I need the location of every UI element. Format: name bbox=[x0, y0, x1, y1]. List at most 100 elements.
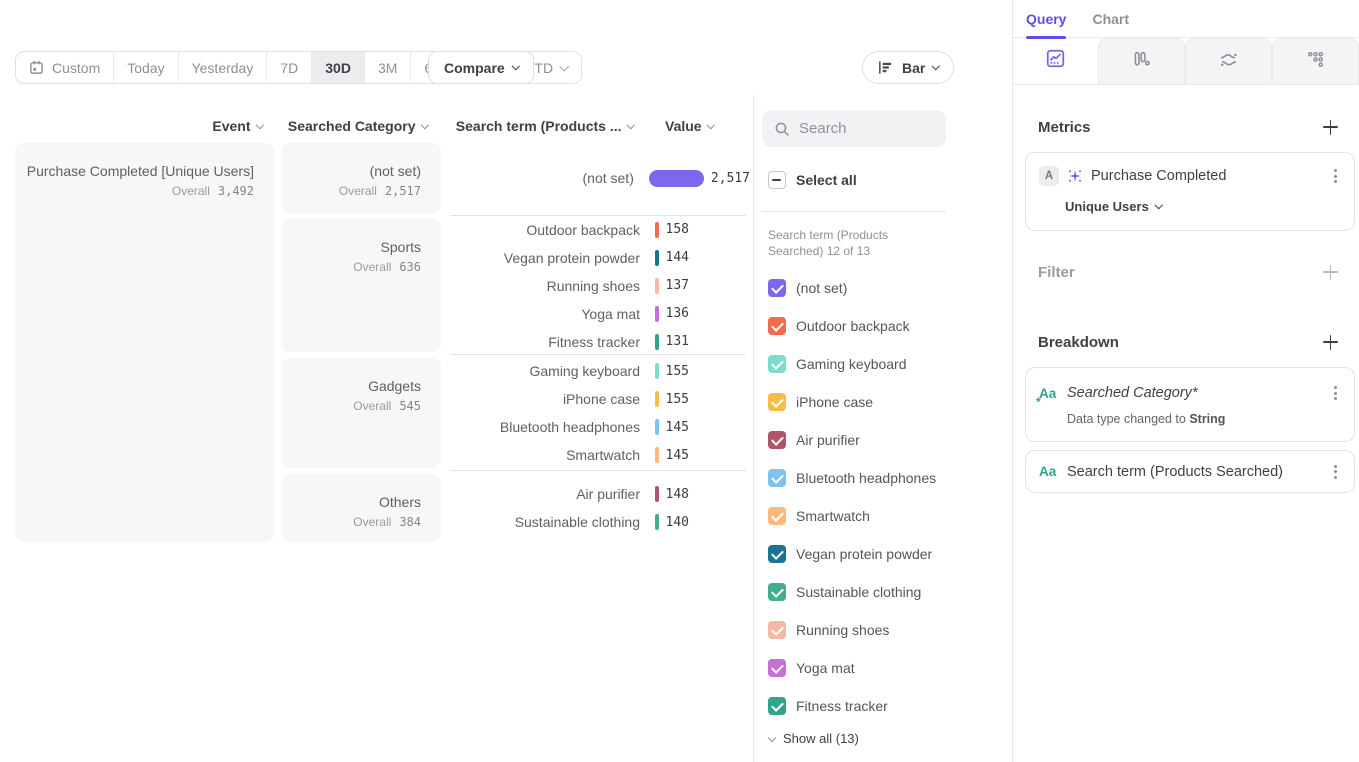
series-label: Gaming keyboard bbox=[450, 363, 640, 379]
date-preset-yesterday[interactable]: Yesterday bbox=[179, 52, 268, 83]
add-filter-button[interactable] bbox=[1323, 265, 1338, 280]
legend-item[interactable]: Outdoor backpack bbox=[768, 307, 1008, 345]
legend-item[interactable]: Fitness tracker bbox=[768, 687, 1008, 725]
series-label: Vegan protein powder bbox=[450, 250, 640, 266]
kebab-menu-icon[interactable] bbox=[1331, 383, 1340, 403]
series-bar[interactable] bbox=[655, 334, 659, 350]
legend-checkbox[interactable] bbox=[768, 279, 786, 297]
breakdown-card-row: AaSearch term (Products Searched) bbox=[1039, 462, 1340, 482]
series-label: (not set) bbox=[450, 170, 634, 186]
date-preset-custom[interactable]: Custom bbox=[16, 52, 114, 83]
metric-event-name[interactable]: Purchase Completed bbox=[1091, 168, 1226, 184]
date-preset-30d[interactable]: 30D bbox=[312, 52, 365, 83]
legend-item[interactable]: Air purifier bbox=[768, 421, 1008, 459]
series-bar[interactable] bbox=[655, 363, 659, 379]
legend-checkbox[interactable] bbox=[768, 583, 786, 601]
series-value: 148 bbox=[666, 487, 689, 502]
column-header-search-term[interactable]: Search term (Products ... bbox=[450, 117, 633, 134]
select-all-row[interactable]: Select all bbox=[768, 171, 857, 189]
legend-item[interactable]: Vegan protein powder bbox=[768, 535, 1008, 573]
column-header-event[interactable]: Event bbox=[15, 117, 262, 134]
legend-checkbox[interactable] bbox=[768, 469, 786, 487]
category-cell[interactable]: Others Overall384 bbox=[281, 474, 441, 542]
calendar-icon bbox=[29, 60, 44, 75]
legend-item-label: Gaming keyboard bbox=[796, 356, 907, 372]
bar-chart-icon bbox=[877, 59, 894, 76]
add-metric-button[interactable] bbox=[1323, 120, 1338, 135]
date-preset-7d[interactable]: 7D bbox=[267, 52, 312, 83]
series-bar[interactable] bbox=[655, 306, 659, 322]
search-input[interactable] bbox=[799, 120, 934, 137]
add-breakdown-button[interactable] bbox=[1323, 335, 1338, 350]
legend-checkbox[interactable] bbox=[768, 317, 786, 335]
category-overall: Overall384 bbox=[281, 515, 421, 529]
view-tab-flows[interactable] bbox=[1185, 38, 1272, 84]
legend-checkbox[interactable] bbox=[768, 659, 786, 677]
legend-checkbox[interactable] bbox=[768, 431, 786, 449]
compare-label: Compare bbox=[444, 60, 505, 76]
legend-checkbox[interactable] bbox=[768, 355, 786, 373]
legend-checkbox[interactable] bbox=[768, 393, 786, 411]
legend-item[interactable]: Yoga mat bbox=[768, 649, 1008, 687]
legend-item[interactable]: Gaming keyboard bbox=[768, 345, 1008, 383]
legend-item[interactable]: Bluetooth headphones bbox=[768, 459, 1008, 497]
legend-checkbox[interactable] bbox=[768, 545, 786, 563]
funnels-icon bbox=[1131, 49, 1152, 75]
series-value: 155 bbox=[666, 392, 689, 407]
legend-item[interactable]: Smartwatch bbox=[768, 497, 1008, 535]
category-cell[interactable]: GadgetsOverall545 bbox=[281, 358, 441, 468]
series-bar[interactable] bbox=[655, 514, 659, 530]
column-header-value[interactable]: Value bbox=[665, 117, 755, 134]
category-cell[interactable]: (not set)Overall2,517 bbox=[281, 143, 441, 213]
kebab-menu-icon[interactable] bbox=[1331, 462, 1340, 482]
date-preset-today[interactable]: Today bbox=[114, 52, 178, 83]
view-tab-retention[interactable] bbox=[1272, 38, 1359, 84]
series-bar[interactable] bbox=[655, 222, 659, 238]
category-name: Gadgets bbox=[281, 378, 421, 394]
tab-chart[interactable]: Chart bbox=[1092, 11, 1129, 27]
view-tab-funnels[interactable] bbox=[1098, 38, 1185, 84]
column-header-category[interactable]: Searched Category bbox=[281, 117, 427, 134]
tab-query[interactable]: Query bbox=[1026, 11, 1066, 27]
legend-checkbox[interactable] bbox=[768, 507, 786, 525]
metric-card[interactable]: A Purchase Completed Unique Users bbox=[1025, 152, 1355, 231]
category-cell[interactable]: SportsOverall636 bbox=[281, 219, 441, 352]
event-cell[interactable]: Purchase Completed [Unique Users] Overal… bbox=[15, 143, 274, 542]
legend-group-caption: Search term (Products Searched) 12 of 13 bbox=[768, 227, 902, 259]
breakdown-card[interactable]: AaSearch term (Products Searched) bbox=[1025, 450, 1355, 493]
aggregation-selector[interactable]: Unique Users bbox=[1065, 199, 1340, 214]
overall-label: Overall bbox=[172, 184, 210, 198]
series-bar[interactable] bbox=[655, 278, 659, 294]
series-label: Air purifier bbox=[450, 486, 640, 502]
legend-item[interactable]: iPhone case bbox=[768, 383, 1008, 421]
legend-item[interactable]: Running shoes bbox=[768, 611, 1008, 649]
compare-button[interactable]: Compare bbox=[428, 51, 534, 84]
chevron-down-icon bbox=[626, 121, 634, 129]
header-label: Search term (Products ... bbox=[456, 118, 622, 134]
panel-divider bbox=[753, 95, 754, 762]
series-bar[interactable] bbox=[655, 419, 659, 435]
flows-icon bbox=[1218, 49, 1239, 75]
legend-item[interactable]: Sustainable clothing bbox=[768, 573, 1008, 611]
kebab-menu-icon[interactable] bbox=[1331, 166, 1340, 186]
series-bar[interactable] bbox=[655, 250, 659, 266]
view-tab-insights[interactable] bbox=[1013, 38, 1098, 84]
breakdown-title: Search term (Products Searched) bbox=[1067, 464, 1283, 480]
overall-label: Overall bbox=[353, 260, 391, 274]
series-bar[interactable] bbox=[655, 486, 659, 502]
series-bar[interactable] bbox=[655, 391, 659, 407]
date-preset-3m[interactable]: 3M bbox=[365, 52, 411, 83]
category-name: Others bbox=[281, 494, 421, 510]
show-all-button[interactable]: Show all (13) bbox=[769, 731, 859, 746]
legend-checkbox[interactable] bbox=[768, 621, 786, 639]
date-preset-label: Today bbox=[127, 60, 164, 76]
legend-item[interactable]: (not set) bbox=[768, 269, 1008, 307]
breakdown-card[interactable]: AaSearched Category*Data type changed to… bbox=[1025, 367, 1355, 442]
series-bar[interactable] bbox=[649, 170, 704, 187]
series-bar[interactable] bbox=[655, 447, 659, 463]
legend-checkbox[interactable] bbox=[768, 697, 786, 715]
app: CustomTodayYesterday7D30D3M6M12MXTD Comp… bbox=[0, 0, 1359, 762]
chart-type-button[interactable]: Bar bbox=[862, 51, 954, 84]
select-all-checkbox[interactable] bbox=[768, 171, 786, 189]
series-label: iPhone case bbox=[450, 391, 640, 407]
